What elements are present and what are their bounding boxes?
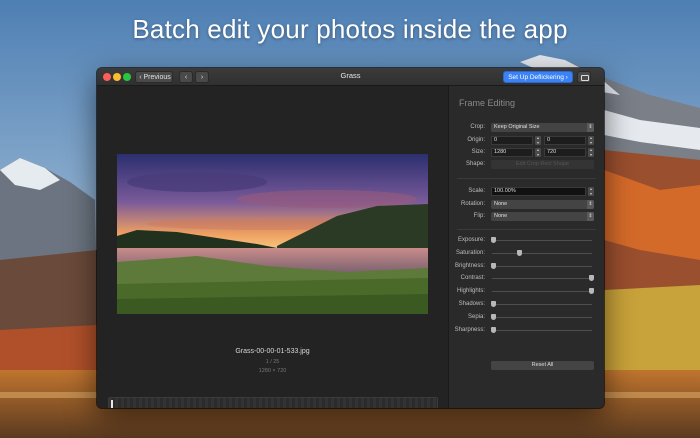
slider-thumb[interactable]	[589, 288, 594, 294]
origin-label: Origin:	[467, 137, 485, 143]
crop-label: Crop:	[470, 124, 485, 130]
origin-x-field[interactable]: 0	[491, 136, 533, 145]
app-window: ‹ Previous ‹ › Grass Set Up Deflickering…	[97, 68, 604, 408]
rotation-value: None	[494, 201, 508, 207]
title-bar: ‹ Previous ‹ › Grass Set Up Deflickering…	[97, 68, 604, 86]
sidebar-toggle-icon[interactable]	[577, 71, 591, 83]
rotation-label: Rotation:	[460, 201, 485, 207]
slider-label: Sharpness:	[454, 327, 485, 333]
photo-preview	[117, 154, 428, 314]
origin-y-field[interactable]: 0	[544, 136, 586, 145]
divider	[457, 178, 596, 179]
reset-all-button[interactable]: Reset All	[491, 361, 594, 370]
adjustment-slider[interactable]	[491, 237, 592, 243]
panel-title: Frame Editing	[459, 98, 516, 108]
size-height-field[interactable]: 720	[544, 148, 586, 157]
crop-value: Keep Original Size	[494, 124, 540, 130]
slider-label: Shadows:	[458, 301, 485, 307]
rotation-select[interactable]: None ⇕	[491, 200, 594, 209]
divider	[457, 229, 596, 230]
slider-label: Brightness:	[454, 263, 485, 269]
slider-thumb[interactable]	[491, 237, 496, 243]
origin-x-stepper[interactable]: ▴ ▾	[535, 135, 541, 145]
origin-y-stepper[interactable]: ▴ ▾	[588, 135, 594, 145]
scale-label: Scale:	[468, 188, 485, 194]
setup-deflickering-button[interactable]: Set Up Deflickering ›	[503, 71, 573, 83]
slider-thumb[interactable]	[491, 314, 496, 320]
slider-thumb[interactable]	[491, 327, 496, 333]
crop-select[interactable]: Keep Original Size ⇕	[491, 123, 594, 132]
flip-label: Flip:	[473, 213, 485, 219]
slider-label: Saturation:	[455, 250, 485, 256]
slider-label: Sepia:	[467, 314, 485, 320]
slider-label: Contrast:	[460, 275, 485, 281]
viewer-area: Grass-00-00-01-533.jpg 1 / 25 1280 × 720	[97, 86, 448, 408]
file-name: Grass-00-00-01-533.jpg	[235, 348, 310, 355]
chevron-updown-icon: ⇕	[587, 200, 594, 209]
slider-thumb[interactable]	[517, 250, 523, 256]
slider-thumb[interactable]	[491, 301, 496, 307]
size-width-field[interactable]: 1280	[491, 148, 533, 157]
size-width-stepper[interactable]: ▴ ▾	[535, 147, 541, 157]
chevron-updown-icon: ⇕	[587, 212, 594, 221]
scale-field[interactable]: 100.00%	[491, 187, 586, 196]
slider-thumb[interactable]	[589, 275, 594, 281]
size-label: Size:	[471, 149, 485, 155]
adjustment-slider[interactable]	[492, 250, 592, 256]
flip-value: None	[494, 213, 508, 219]
frame-timeline[interactable]	[108, 397, 438, 408]
frame-dimensions: 1280 × 720	[258, 368, 287, 374]
adjustment-slider[interactable]	[492, 275, 594, 281]
frame-counter: 1 / 25	[265, 359, 280, 365]
flip-select[interactable]: None ⇕	[491, 212, 594, 221]
size-height-stepper[interactable]: ▴ ▾	[588, 147, 594, 157]
adjustment-slider[interactable]	[491, 301, 592, 307]
timeline-playhead[interactable]	[111, 400, 113, 408]
adjustment-slider[interactable]	[491, 327, 592, 333]
edit-crop-shape-button[interactable]: Edit Crop Rect Shape	[491, 160, 594, 169]
slider-label: Exposure:	[457, 237, 485, 243]
slider-thumb[interactable]	[491, 263, 496, 269]
adjustment-slider[interactable]	[492, 288, 594, 294]
slider-label: Highlights:	[456, 288, 485, 294]
scale-stepper[interactable]: ▴ ▾	[588, 186, 594, 196]
shape-label: Shape:	[465, 161, 485, 167]
chevron-updown-icon: ⇕	[587, 123, 594, 132]
headline: Batch edit your photos inside the app	[132, 14, 568, 44]
adjustment-slider[interactable]	[491, 263, 592, 269]
adjustment-slider[interactable]	[491, 314, 592, 320]
frame-editing-panel: Frame Editing Crop: Keep Original Size ⇕…	[448, 86, 604, 408]
